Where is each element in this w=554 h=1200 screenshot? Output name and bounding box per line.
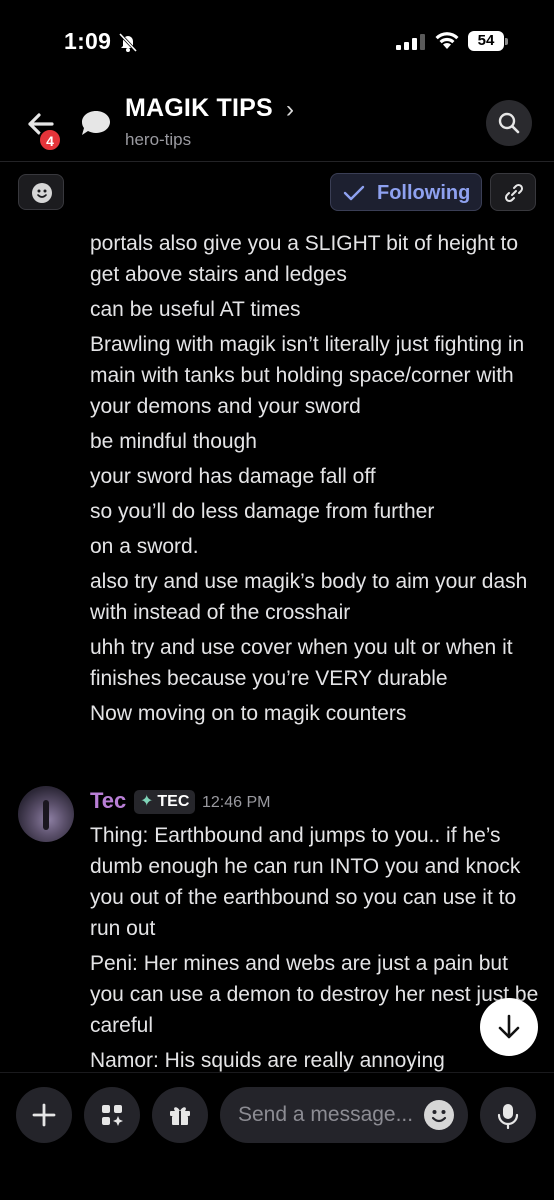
chevron-right-icon[interactable]: › xyxy=(286,96,294,124)
message-text[interactable]: Now moving on to magik counters xyxy=(90,698,540,729)
gift-button[interactable] xyxy=(152,1087,208,1143)
channel-name[interactable]: hero-tips xyxy=(125,130,191,150)
channel-header: 4 MAGIK TIPS › hero-tips xyxy=(0,84,554,162)
search-icon xyxy=(498,112,520,134)
battery-indicator: 54 xyxy=(468,31,508,51)
message-list[interactable]: portals also give you a SLIGHT bit of he… xyxy=(0,224,554,1072)
wifi-icon xyxy=(435,32,459,49)
emoji-picker-button[interactable] xyxy=(424,1100,454,1130)
server-tag-badge[interactable]: ✦ TEC xyxy=(134,790,196,814)
search-button[interactable] xyxy=(486,100,532,146)
message-text[interactable]: can be useful AT times xyxy=(90,294,540,325)
message-timestamp: 12:46 PM xyxy=(202,794,271,811)
arrow-down-icon xyxy=(498,1014,520,1039)
message-text[interactable]: Thing: Earthbound and jumps to you.. if … xyxy=(90,820,540,944)
message-text[interactable]: Namor: His squids are really annoying xyxy=(90,1045,540,1072)
author-name[interactable]: Tec xyxy=(90,788,126,814)
apps-button[interactable] xyxy=(84,1087,140,1143)
following-button[interactable]: Following xyxy=(330,173,482,211)
voice-message-button[interactable] xyxy=(480,1087,536,1143)
plus-icon xyxy=(32,1103,56,1127)
copy-link-button[interactable] xyxy=(490,173,536,211)
avatar-figure xyxy=(43,800,49,830)
message-text[interactable]: Brawling with magik isn’t literally just… xyxy=(90,329,540,422)
channel-title[interactable]: MAGIK TIPS xyxy=(125,94,273,123)
reaction-button[interactable] xyxy=(18,174,64,210)
microphone-icon xyxy=(497,1104,519,1129)
smiley-icon xyxy=(32,183,52,203)
message-text[interactable]: portals also give you a SLIGHT bit of he… xyxy=(90,228,540,290)
bell-off-icon xyxy=(118,32,138,52)
status-time: 1:09 xyxy=(64,28,112,54)
message-text[interactable]: your sword has damage fall off xyxy=(90,461,540,492)
status-bar: 1:09 54 xyxy=(0,0,554,84)
smiley-icon xyxy=(431,1110,447,1123)
message-text[interactable]: also try and use magik’s body to aim you… xyxy=(90,566,540,628)
sparkle-icon: ✦ xyxy=(140,793,154,810)
check-icon xyxy=(343,185,365,201)
continued-messages: portals also give you a SLIGHT bit of he… xyxy=(90,228,540,733)
attach-button[interactable] xyxy=(16,1087,72,1143)
signal-icon xyxy=(396,34,425,50)
message-text[interactable]: so you’ll do less damage from further xyxy=(90,496,540,527)
unread-badge: 4 xyxy=(38,128,62,152)
battery-level: 54 xyxy=(468,31,504,51)
following-label: Following xyxy=(377,182,471,204)
server-tag-label: TEC xyxy=(157,793,190,810)
battery-tip xyxy=(505,38,508,45)
message-composer xyxy=(0,1072,554,1200)
message-text[interactable]: Peni: Her mines and webs are just a pain… xyxy=(90,948,540,1041)
thread-bubble-icon xyxy=(82,111,110,135)
avatar[interactable] xyxy=(18,786,74,842)
jump-to-latest-button[interactable] xyxy=(480,998,538,1056)
link-icon xyxy=(504,183,524,203)
message-text[interactable]: uhh try and use cover when you ult or wh… xyxy=(90,632,540,694)
message-text[interactable]: be mindful though xyxy=(90,426,540,457)
apps-sparkle-icon xyxy=(102,1105,123,1126)
gift-icon xyxy=(170,1107,190,1125)
message-text[interactable]: on a sword. xyxy=(90,531,540,562)
thread-action-row: Following xyxy=(0,162,554,224)
group-messages: Thing: Earthbound and jumps to you.. if … xyxy=(90,820,540,1072)
